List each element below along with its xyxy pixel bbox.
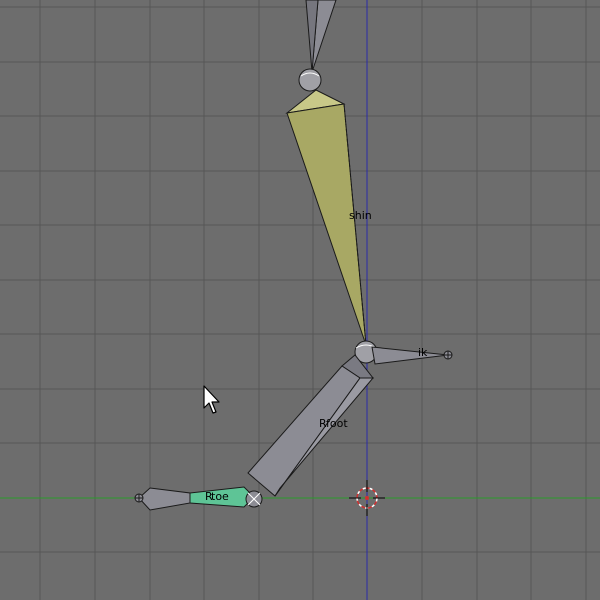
viewport-background: [0, 0, 600, 600]
bone-label-foot: foot: [326, 417, 348, 430]
viewport-scene[interactable]: shin ik R foot R toe: [0, 0, 600, 600]
3d-viewport[interactable]: shin ik R foot R toe: [0, 0, 600, 600]
knee-joint[interactable]: [298, 68, 322, 92]
bone-label-ik: ik: [418, 346, 428, 359]
bone-label-toe: toe: [211, 490, 229, 503]
bone-label-shin: shin: [349, 209, 372, 222]
mouse-pointer-icon: [203, 385, 220, 414]
